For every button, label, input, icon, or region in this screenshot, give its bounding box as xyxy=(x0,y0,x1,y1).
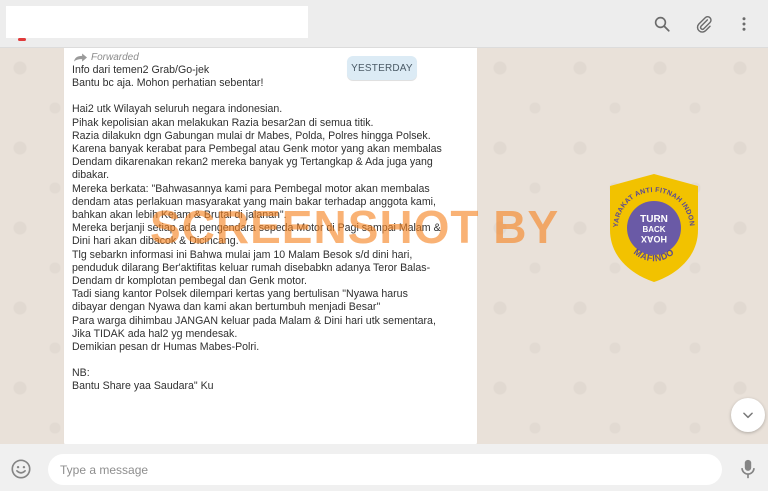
message-line: Demikian pesan dr Humas Mabes-Polri. xyxy=(72,341,260,354)
svg-text:HOAX: HOAX xyxy=(641,234,667,244)
message-line: Bantu Share yaa Saudara" Ku xyxy=(72,380,214,393)
message-line: dendam atas perlakuan masyarakat yang ma… xyxy=(72,195,436,208)
message-line: NB: xyxy=(72,367,90,380)
message-input[interactable] xyxy=(48,454,722,485)
message-line: Razia dilakukn dgn Gabungan mulai dr Mab… xyxy=(72,129,431,142)
message-text: Info dari temen2 Grab/Go-jek Bantu bc aja… xyxy=(72,64,469,394)
message-line: dibayar dengan Nyawa dan kami akan bertu… xyxy=(72,301,381,314)
message-line: Dendam dikarenakan rekan2 mereka banyak … xyxy=(72,156,433,169)
composer-bar xyxy=(0,444,768,491)
message-line: Tlg sebarkn informasi ini Bahwa mulai ja… xyxy=(72,248,413,261)
message-line: Mereka berjanji setiap ada pengendara se… xyxy=(72,222,441,235)
contact-name-redacted[interactable] xyxy=(6,6,308,38)
scroll-down-button[interactable] xyxy=(731,398,765,432)
menu-icon[interactable] xyxy=(734,14,754,34)
message-line: Karena banyak kerabat para Pembegal atau… xyxy=(72,143,442,156)
message-line: Hai2 utk Wilayah seluruh negara indonesi… xyxy=(72,103,283,116)
message-line: Tadi siang kantor Polsek dilempari kerta… xyxy=(72,288,408,301)
message-line: Dendam dr komplotan pembegal dan Genk mo… xyxy=(72,275,307,288)
mafindo-turnbackhoax-seal: MASYARAKAT ANTI FITNAH INDONESIA MAFINDO… xyxy=(602,172,698,282)
date-divider: YESTERDAY xyxy=(347,56,417,80)
svg-text:BACK: BACK xyxy=(642,225,665,234)
avatar-fragment xyxy=(18,38,26,41)
message-line: Jika TIDAK ada hal2 yg mendesak. xyxy=(72,327,238,340)
chat-panel[interactable]: Forwarded Info dari temen2 Grab/Go-jek Ba… xyxy=(0,48,768,444)
emoji-icon[interactable] xyxy=(10,458,32,480)
forwarded-label: Forwarded xyxy=(91,51,139,63)
message-line: Dini hari akan dibacok & Dicincang. xyxy=(72,235,239,248)
svg-text:TURN: TURN xyxy=(640,214,668,225)
chevron-down-icon xyxy=(743,412,753,419)
message-line: Pihak kepolisian akan melakukan Razia be… xyxy=(72,116,374,129)
message-line: penduduk dilarang Ber'aktifitas keluar r… xyxy=(72,261,431,274)
message-bubble[interactable]: Forwarded Info dari temen2 Grab/Go-jek Ba… xyxy=(64,48,477,444)
search-icon[interactable] xyxy=(652,14,672,34)
message-line: Para warga dihimbau JANGAN keluar pada M… xyxy=(72,314,436,327)
attach-icon[interactable] xyxy=(694,14,714,34)
forward-icon xyxy=(74,52,87,62)
message-line: bahkan akan lebih Kejam & Brutal di jala… xyxy=(72,209,287,222)
message-line: Mereka berkata: "Bahwasannya kami para P… xyxy=(72,182,430,195)
microphone-icon[interactable] xyxy=(738,458,758,480)
message-line: dibakar. xyxy=(72,169,110,182)
chat-header xyxy=(0,0,768,48)
